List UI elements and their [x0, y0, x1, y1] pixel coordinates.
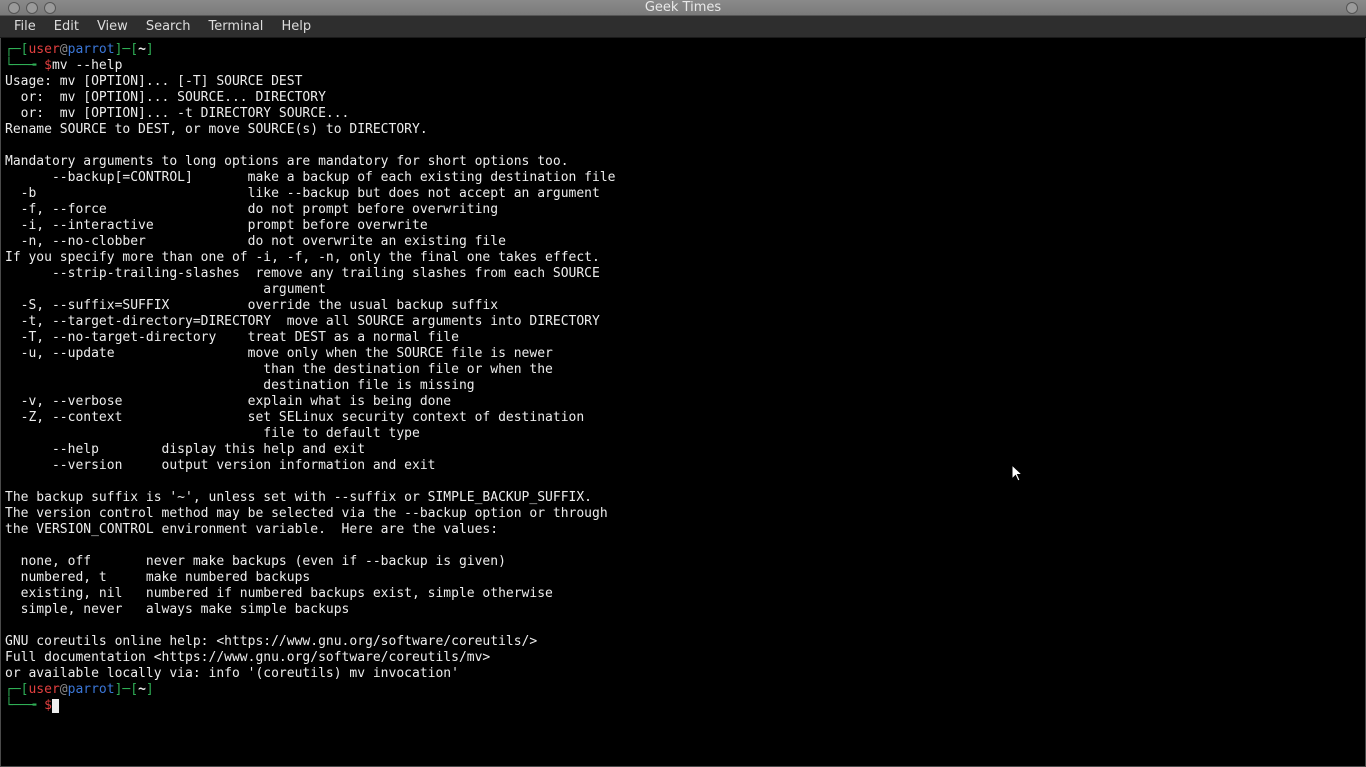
- prompt-at: @: [60, 682, 68, 697]
- command-output: Usage: mv [OPTION]... [-T] SOURCE DEST o…: [5, 74, 615, 681]
- prompt-host: parrot: [68, 42, 115, 57]
- prompt-sep: ]─[: [115, 42, 138, 57]
- command-text: mv --help: [52, 58, 122, 73]
- menu-help[interactable]: Help: [273, 16, 319, 37]
- menu-view[interactable]: View: [89, 16, 136, 37]
- terminal-window: Geek Times File Edit View Search Termina…: [0, 0, 1366, 767]
- titlebar-extra-button[interactable]: [1346, 2, 1358, 14]
- prompt-at: @: [60, 42, 68, 57]
- prompt-bracket: ┌─[: [5, 682, 28, 697]
- prompt-close: ]: [146, 42, 154, 57]
- prompt-sep: ]─[: [115, 682, 138, 697]
- titlebar[interactable]: Geek Times: [0, 0, 1366, 16]
- menu-search[interactable]: Search: [138, 16, 199, 37]
- menu-terminal[interactable]: Terminal: [200, 16, 271, 37]
- prompt-user: user: [28, 42, 59, 57]
- menubar: File Edit View Search Terminal Help: [0, 16, 1366, 38]
- close-window-button[interactable]: [8, 2, 20, 14]
- prompt-line2: └──╼: [5, 58, 44, 73]
- prompt-close: ]: [146, 682, 154, 697]
- prompt-bracket: ┌─[: [5, 42, 28, 57]
- window-controls: [0, 2, 56, 14]
- prompt-host: parrot: [68, 682, 115, 697]
- prompt-path: ~: [138, 42, 146, 57]
- prompt-dollar: $: [44, 698, 52, 713]
- menu-file[interactable]: File: [6, 16, 44, 37]
- terminal-output-area[interactable]: ┌─[user@parrot]─[~] └──╼ $mv --help Usag…: [0, 38, 1366, 767]
- prompt-dollar: $: [44, 58, 52, 73]
- prompt-path: ~: [138, 682, 146, 697]
- prompt-line2: └──╼: [5, 698, 44, 713]
- window-title: Geek Times: [0, 0, 1366, 15]
- mouse-cursor-icon: [1011, 464, 1025, 484]
- prompt-user: user: [28, 682, 59, 697]
- text-cursor: [52, 699, 59, 713]
- maximize-window-button[interactable]: [44, 2, 56, 14]
- menu-edit[interactable]: Edit: [46, 16, 87, 37]
- minimize-window-button[interactable]: [26, 2, 38, 14]
